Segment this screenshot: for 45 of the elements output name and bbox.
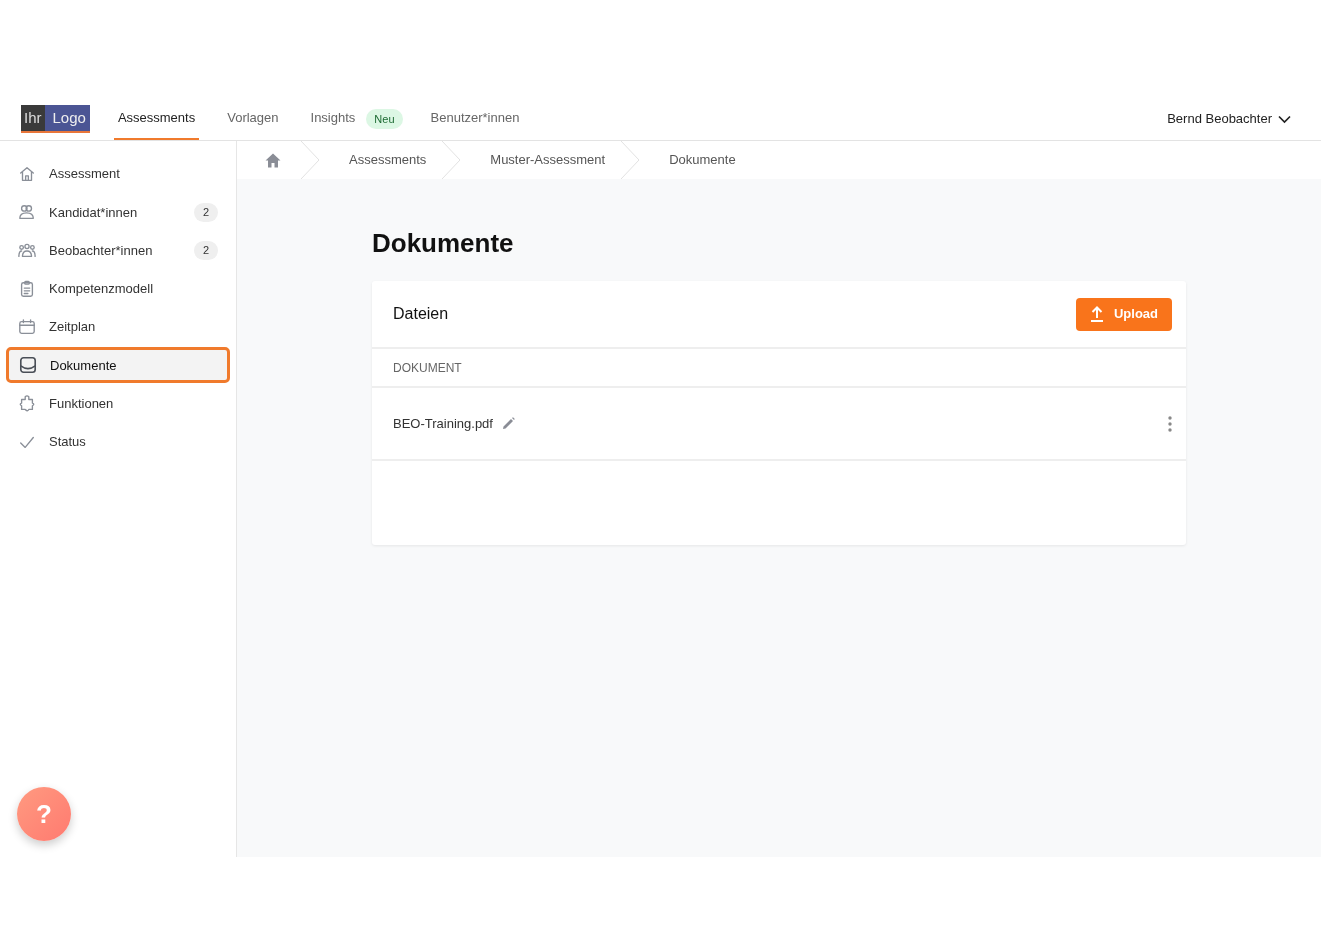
- sidebar-label: Zeitplan: [49, 318, 96, 337]
- sidebar-label: Status: [49, 433, 86, 452]
- sidebar-label: Kompetenzmodell: [49, 280, 154, 299]
- group-icon: [18, 241, 36, 260]
- sidebar-item[interactable]: Zeitplan: [6, 309, 230, 346]
- sidebar-label: Dokumente: [50, 356, 117, 375]
- nav-tab[interactable]: Assessments: [113, 98, 200, 140]
- count-badge: 2: [193, 241, 218, 260]
- file-name[interactable]: BEO-Training.pdf: [393, 413, 493, 434]
- calendar-icon: [18, 318, 36, 337]
- sidebar-label: Assessment: [49, 165, 120, 184]
- clipboard-icon: [18, 279, 36, 298]
- breadcrumb-item[interactable]: Dokumente: [639, 141, 752, 179]
- page-title: Dokumente: [372, 227, 515, 260]
- logo-text: Logo: [44, 105, 90, 131]
- sidebar-item[interactable]: Beobachter*innen 2: [6, 232, 230, 269]
- sidebar-label: Funktionen: [49, 395, 114, 414]
- new-badge: Neu: [366, 108, 403, 130]
- sidebar-item[interactable]: Kompetenzmodell: [6, 270, 230, 307]
- count-badge: 2: [193, 203, 218, 222]
- sidebar-item[interactable]: Assessment: [6, 156, 230, 192]
- logo-text: Ihr: [21, 105, 45, 131]
- sidebar-label: Kandidat*innen: [49, 203, 138, 222]
- sidebar-item[interactable]: Funktionen: [6, 385, 230, 422]
- inbox-icon: [19, 356, 37, 375]
- user-menu[interactable]: Bernd Beobachter: [1167, 109, 1272, 129]
- chevron-down-icon: [1278, 114, 1291, 124]
- edit-icon[interactable]: [501, 417, 515, 430]
- sidebar-item[interactable]: Kandidat*innen 2: [6, 194, 230, 231]
- more-icon[interactable]: [1168, 415, 1172, 432]
- nav-tab[interactable]: Benutzer*innen: [426, 98, 524, 140]
- sidebar-item[interactable]: Status: [6, 424, 230, 461]
- card-title: Dateien: [393, 304, 449, 324]
- column-header: DOKUMENT: [372, 349, 1186, 388]
- puzzle-icon: [18, 394, 36, 413]
- sidebar-label: Beobachter*innen: [49, 241, 153, 260]
- breadcrumb-item[interactable]: Muster-Assessment: [460, 141, 622, 179]
- breadcrumb-item[interactable]: Assessments: [319, 141, 443, 179]
- upload-icon: [1089, 306, 1104, 322]
- nav-tab[interactable]: Vorlagen: [223, 98, 283, 140]
- sidebar-item[interactable]: Dokumente: [6, 347, 230, 384]
- home-icon[interactable]: [265, 152, 281, 168]
- nav-tab[interactable]: Insights: [306, 108, 360, 130]
- users-icon: [18, 203, 36, 222]
- home-icon: [18, 165, 36, 183]
